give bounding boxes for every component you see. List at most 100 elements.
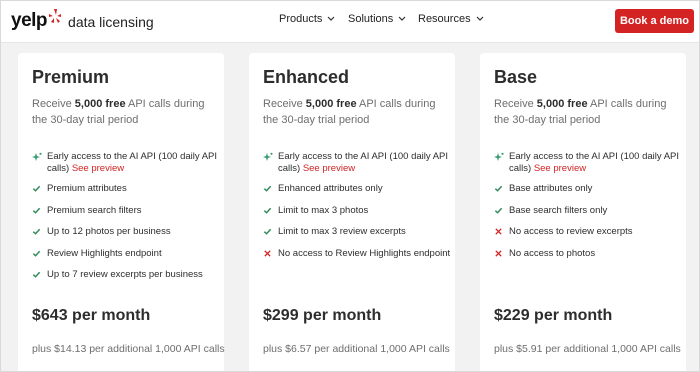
feature-text: Base search filters only <box>509 205 607 219</box>
nav-solutions-label: Solutions <box>348 13 394 25</box>
sparkle-icon <box>494 152 509 175</box>
check-icon <box>32 184 47 197</box>
feature-label: No access to Review Highlights endpoint <box>278 248 451 259</box>
plan-price: $299 per month <box>263 307 382 324</box>
see-preview-link[interactable]: See preview <box>303 163 355 174</box>
x-icon <box>263 249 278 262</box>
logo-subtitle: data licensing <box>68 14 154 30</box>
feature-text: Limit to max 3 review excerpts <box>278 226 406 240</box>
feature-text: Base attributes only <box>509 183 592 197</box>
feature-text: Enhanced attributes only <box>278 183 383 197</box>
feature-label: No access to photos <box>509 248 596 259</box>
plan-price: $229 per month <box>494 307 613 324</box>
trial-prefix: Receive <box>494 98 537 110</box>
feature-label: Limit to max 3 review excerpts <box>278 226 406 237</box>
overage-price: plus $5.91 per additional 1,000 API call… <box>494 343 681 355</box>
see-preview-link[interactable]: See preview <box>72 163 124 174</box>
page: yelp data licensing Products Solutions R… <box>0 0 700 372</box>
check-icon <box>494 184 509 197</box>
trial-free-calls: 5,000 free <box>74 98 126 110</box>
chevron-down-icon <box>476 13 484 25</box>
nav-products[interactable]: Products <box>279 13 335 25</box>
plan-card-enhanced: Enhanced Receive 5,000 free API calls dur… <box>249 53 455 371</box>
feature-item: Early access to the AI API (100 daily AP… <box>494 151 684 175</box>
yelp-burst-icon <box>48 8 62 29</box>
trial-prefix: Receive <box>263 98 306 110</box>
plan-name: Premium <box>32 67 110 87</box>
plan-price: $643 per month <box>32 307 151 324</box>
feature-text: Early access to the AI API (100 daily AP… <box>47 151 222 175</box>
feature-item: Base attributes only <box>494 183 684 197</box>
sparkle-icon <box>263 152 278 175</box>
feature-label: Base attributes only <box>509 183 593 194</box>
feature-label: Premium attributes <box>47 183 127 194</box>
feature-text: Up to 12 photos per business <box>47 226 171 240</box>
feature-text: No access to review excerpts <box>509 226 633 240</box>
overage-price: plus $6.57 per additional 1,000 API call… <box>263 343 450 355</box>
feature-text: Early access to the AI API (100 daily AP… <box>278 151 453 175</box>
plan-name: Enhanced <box>263 67 350 87</box>
feature-text: Premium search filters <box>47 205 142 219</box>
nav-solutions[interactable]: Solutions <box>348 13 406 25</box>
feature-item: Limit to max 3 photos <box>263 205 453 219</box>
feature-label: Review Highlights endpoint <box>47 248 162 259</box>
nav-products-label: Products <box>279 13 323 25</box>
check-icon <box>263 184 278 197</box>
chevron-down-icon <box>398 13 406 25</box>
trial-description: Receive 5,000 free API calls during the … <box>32 96 220 128</box>
feature-text: Review Highlights endpoint <box>47 248 162 262</box>
feature-label: Enhanced attributes only <box>278 183 383 194</box>
sparkle-icon <box>32 152 47 175</box>
feature-label: Limit to max 3 photos <box>278 205 369 216</box>
yelp-logo[interactable]: yelp data licensing <box>11 8 154 32</box>
feature-item: Early access to the AI API (100 daily AP… <box>263 151 453 175</box>
check-icon <box>32 249 47 262</box>
trial-description: Receive 5,000 free API calls during the … <box>494 96 682 128</box>
check-icon <box>494 206 509 219</box>
feature-item: Base search filters only <box>494 205 684 219</box>
feature-item: No access to photos <box>494 248 684 262</box>
feature-item: No access to Review Highlights endpoint <box>263 248 453 262</box>
feature-item: Review Highlights endpoint <box>32 248 222 262</box>
feature-label: Up to 12 photos per business <box>47 226 171 237</box>
chevron-down-icon <box>327 13 335 25</box>
trial-description: Receive 5,000 free API calls during the … <box>263 96 451 128</box>
feature-text: No access to photos <box>509 248 595 262</box>
feature-label: No access to review excerpts <box>509 226 633 237</box>
feature-item: Enhanced attributes only <box>263 183 453 197</box>
check-icon <box>263 227 278 240</box>
feature-text: Up to 7 review excerpts per business <box>47 269 203 283</box>
trial-free-calls: 5,000 free <box>305 98 357 110</box>
book-demo-button[interactable]: Book a demo <box>615 9 694 33</box>
trial-prefix: Receive <box>32 98 75 110</box>
feature-text: No access to Review Highlights endpoint <box>278 248 450 262</box>
trial-free-calls: 5,000 free <box>536 98 588 110</box>
check-icon <box>32 270 47 283</box>
feature-item: Premium attributes <box>32 183 222 197</box>
feature-text: Premium attributes <box>47 183 127 197</box>
feature-label: Premium search filters <box>47 205 142 216</box>
check-icon <box>263 206 278 219</box>
feature-item: Early access to the AI API (100 daily AP… <box>32 151 222 175</box>
feature-item: Limit to max 3 review excerpts <box>263 226 453 240</box>
plan-card-premium: Premium Receive 5,000 free API calls duri… <box>18 53 225 371</box>
logo-wordmark: yelp <box>11 10 48 31</box>
see-preview-link[interactable]: See preview <box>534 163 586 174</box>
plan-card-base: Base Receive 5,000 free API calls during … <box>480 53 686 371</box>
feature-item: Premium search filters <box>32 205 222 219</box>
x-icon <box>494 249 509 262</box>
feature-text: Limit to max 3 photos <box>278 205 368 219</box>
nav-resources-label: Resources <box>418 13 471 25</box>
feature-label: Base search filters only <box>509 205 608 216</box>
top-navbar: yelp data licensing Products Solutions R… <box>1 1 699 43</box>
feature-item: Up to 12 photos per business <box>32 226 222 240</box>
feature-label: Up to 7 review excerpts per business <box>47 269 203 280</box>
feature-text: Early access to the AI API (100 daily AP… <box>509 151 684 175</box>
check-icon <box>32 206 47 219</box>
feature-item: Up to 7 review excerpts per business <box>32 269 222 283</box>
overage-price: plus $14.13 per additional 1,000 API cal… <box>32 343 225 355</box>
x-icon <box>494 227 509 240</box>
nav-resources[interactable]: Resources <box>418 13 484 25</box>
plan-name: Base <box>494 67 538 87</box>
feature-item: No access to review excerpts <box>494 226 684 240</box>
